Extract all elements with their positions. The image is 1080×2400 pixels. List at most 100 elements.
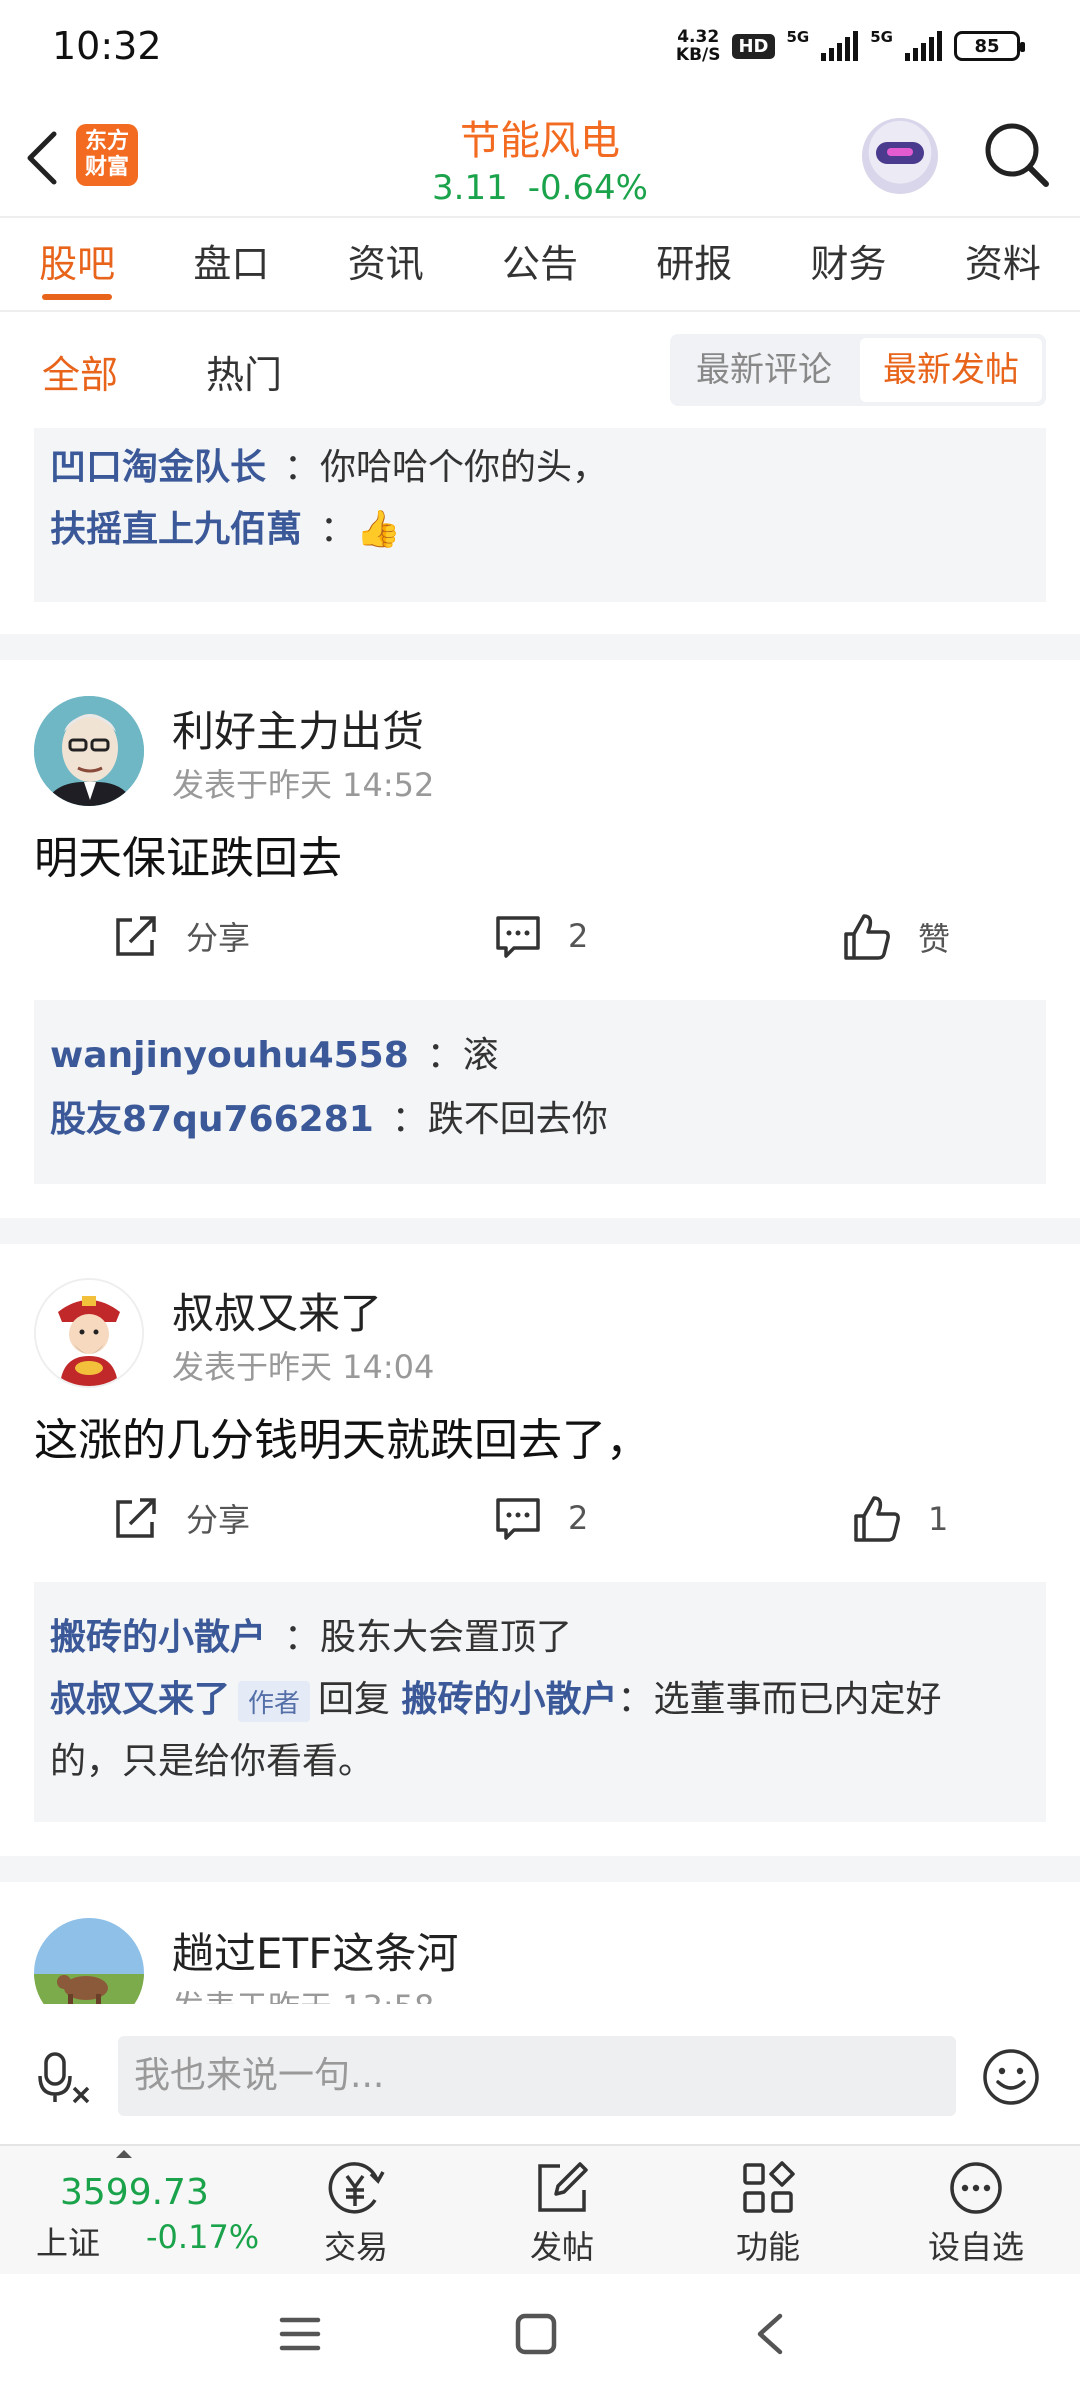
avatar[interactable] [34, 696, 144, 806]
reply-continuation: 的，只是给你看看。 [50, 1741, 375, 1782]
post-time: 发表于昨天 13:58 [172, 1982, 434, 2004]
trade-yen-icon [328, 2162, 385, 2214]
caret-up-icon [116, 2150, 132, 2158]
index-name[interactable]: 上证 [36, 2218, 100, 2264]
like-count: 1 [928, 1500, 949, 1538]
emoji-button[interactable] [982, 2048, 1040, 2110]
tab-research[interactable]: 研报 [617, 218, 771, 310]
share-icon [116, 916, 156, 956]
post-time: 发表于昨天 14:52 [172, 766, 435, 804]
nav-functions[interactable]: 功能 [698, 2160, 838, 2268]
reply-user[interactable]: 凹口淘金队长 [50, 447, 266, 488]
sort-latest-reply[interactable]: 最新评论 [670, 338, 858, 402]
search-icon [985, 123, 1049, 187]
voice-to-text-icon [38, 2052, 90, 2104]
post-author[interactable]: 利好主力出货 [172, 698, 424, 759]
network-type-1: 5G [786, 28, 810, 46]
portrait-avatar-image [34, 696, 144, 806]
grid-apps-icon [743, 2161, 795, 2213]
signal-icon-2 [905, 31, 942, 61]
tab-guba[interactable]: 股吧 [0, 218, 154, 310]
tab-announcements[interactable]: 公告 [463, 218, 617, 310]
reply-box: wanjinyouhu4558 ：滚 股友87qu766281 ：跌不回去你 [34, 1000, 1046, 1184]
comment-button[interactable]: 2 [494, 912, 588, 960]
avatar[interactable] [34, 1918, 144, 2004]
signal-icon [821, 31, 859, 61]
reply-box: 搬砖的小散户 ：股东大会置顶了 叔叔又来了 作者 回复 搬砖的小散户：选董事而已内定好… [34, 1582, 1046, 1822]
comment-icon [496, 916, 540, 958]
subtab-all[interactable]: 全部 [42, 344, 118, 443]
thumbs-up-icon [844, 914, 890, 960]
like-label: 赞 [918, 920, 951, 958]
post-time: 发表于昨天 14:04 [172, 1348, 435, 1386]
sub-tabs: 全部 热门 最新评论 最新发帖 [0, 314, 1080, 443]
hd-icon: HD [732, 33, 775, 59]
comment-input[interactable]: 我也来说一句... [118, 2036, 956, 2116]
comment-button[interactable]: 2 [494, 1494, 588, 1542]
post-author[interactable]: 趟过ETF这条河 [172, 1920, 458, 1981]
tab-profile[interactable]: 资料 [926, 218, 1080, 310]
index-change[interactable]: -0.17% [146, 2218, 259, 2256]
home-icon[interactable] [514, 2312, 558, 2356]
reply-item: 扶摇直上九佰萬 ：👍 [50, 509, 401, 550]
search-button[interactable] [982, 120, 1052, 190]
network-speed: 4.32 KB/S [675, 27, 721, 65]
reply-item: 凹口淘金队长 ：你哈哈个你的头， [50, 447, 609, 488]
comment-count: 2 [568, 1499, 589, 1537]
share-button[interactable]: 分享 [112, 1494, 250, 1542]
nav-post[interactable]: 发帖 [492, 2160, 632, 2268]
share-icon [116, 1498, 156, 1538]
emoji-icon [983, 2049, 1039, 2105]
like-button[interactable]: 赞 [842, 912, 950, 962]
back-nav-icon[interactable] [752, 2312, 788, 2356]
reply-item: 搬砖的小散户 ：股东大会置顶了 [50, 1617, 573, 1658]
status-time: 10:32 [52, 24, 162, 68]
post-feed[interactable]: 凹口淘金队长 ：你哈哈个你的头， 扶摇直上九佰萬 ：👍 利好主力出货 发表于昨天 1… [0, 428, 1080, 2004]
voice-input-button[interactable] [38, 2050, 94, 2110]
tab-finance[interactable]: 财务 [771, 218, 925, 310]
reply-user[interactable]: 扶摇直上九佰萬 [50, 509, 302, 550]
status-icons: 4.32 KB/S HD 5G 5G 85 [675, 27, 1025, 65]
robot-assistant-icon[interactable] [862, 118, 938, 194]
subtab-hot[interactable]: 热门 [206, 344, 282, 399]
reply-box: 凹口淘金队长 ：你哈哈个你的头， 扶摇直上九佰萬 ：👍 [34, 428, 1046, 602]
main-tabs: 股吧 盘口 资讯 公告 研报 财务 资料 [0, 216, 1080, 312]
share-button[interactable]: 分享 [112, 912, 250, 960]
more-options-icon [950, 2162, 1002, 2214]
author-badge: 作者 [238, 1680, 311, 1722]
system-navigation-bar [0, 2274, 1080, 2400]
reply-target-user[interactable]: 搬砖的小散户 [402, 1679, 618, 1720]
network-type-2: 5G [870, 28, 893, 46]
comment-count: 2 [568, 917, 589, 955]
post-author[interactable]: 叔叔又来了 [172, 1280, 382, 1341]
tab-news[interactable]: 资讯 [309, 218, 463, 310]
battery-icon: 85 [954, 31, 1025, 61]
god-of-wealth-avatar-image [36, 1280, 142, 1386]
menu-icon[interactable] [278, 2314, 322, 2354]
post-content[interactable]: 这涨的几分钱明天就跌回去了， [34, 1404, 650, 1468]
reply-item: 叔叔又来了 作者 回复 搬砖的小散户：选董事而已内定好 [50, 1679, 942, 1722]
comment-icon [496, 1498, 540, 1540]
nav-add-watchlist[interactable]: 设自选 [906, 2160, 1046, 2268]
reply-item: 股友87qu766281 ：跌不回去你 [50, 1099, 608, 1140]
reply-user[interactable]: 股友87qu766281 [50, 1099, 374, 1140]
tab-pankou[interactable]: 盘口 [154, 218, 308, 310]
index-value[interactable]: 3599.73 [60, 2172, 209, 2213]
divider [0, 1218, 1080, 1244]
reply-user[interactable]: 搬砖的小散户 [50, 1617, 266, 1658]
edit-post-icon [538, 2162, 588, 2212]
bottom-navigation: 3599.73 上证 -0.17% 交易 发帖 功能 设自选 [0, 2144, 1080, 2274]
reply-item: wanjinyouhu4558 ：滚 [50, 1035, 499, 1076]
like-button[interactable]: 1 [852, 1494, 948, 1544]
post-content[interactable]: 明天保证跌回去 [34, 822, 342, 886]
divider [0, 1856, 1080, 1882]
stock-change: -0.64% [527, 168, 648, 208]
reply-user[interactable]: wanjinyouhu4558 [50, 1035, 409, 1076]
thumbs-up-icon [854, 1496, 900, 1542]
reply-user[interactable]: 叔叔又来了 [50, 1679, 230, 1720]
stock-price: 3.11 [432, 168, 508, 208]
avatar[interactable] [34, 1278, 144, 1388]
nav-trade[interactable]: 交易 [286, 2160, 426, 2268]
comment-bar: 我也来说一句... [0, 2004, 1080, 2140]
sort-latest-post[interactable]: 最新发帖 [860, 338, 1042, 402]
